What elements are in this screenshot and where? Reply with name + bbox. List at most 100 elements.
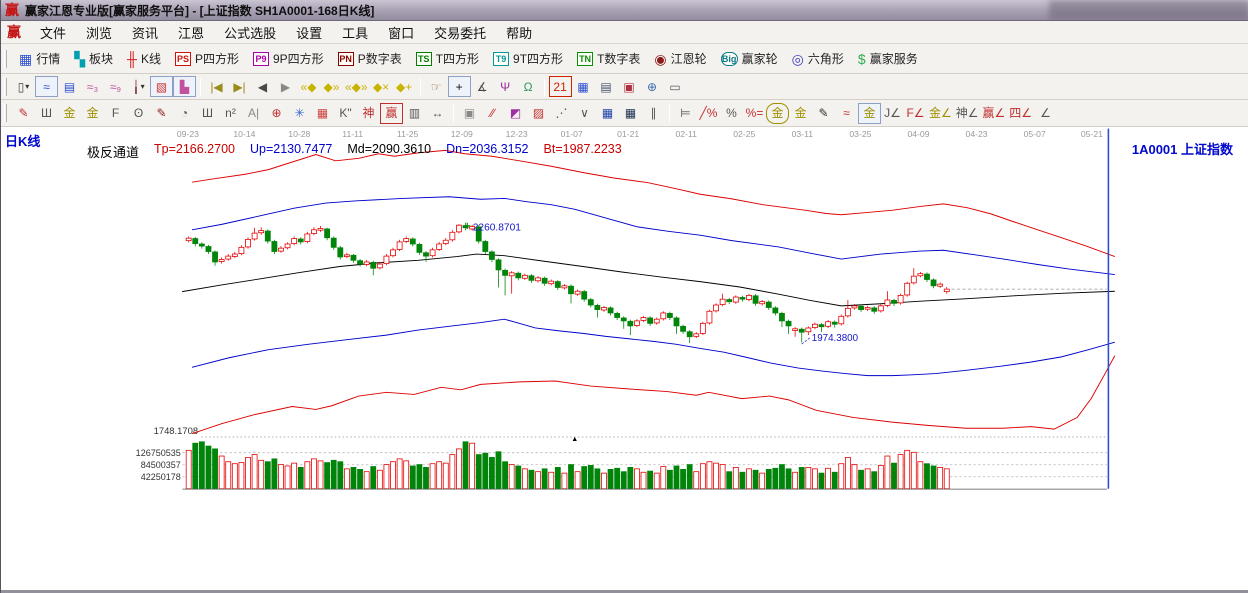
- toolbar-button-candle-style[interactable]: ▯ ▾: [12, 76, 35, 97]
- kline-chart-canvas[interactable]: 09-23 10-14 10-28 11-11 11-25 12-09 12-23 01-07…: [1, 127, 1248, 590]
- toolbar-button-k-quote[interactable]: K": [334, 103, 357, 124]
- toolbar-button-parallel-lines[interactable]: ∥: [642, 103, 665, 124]
- toolbar-button-h-span[interactable]: ↔: [426, 103, 449, 124]
- title-bar[interactable]: 赢 赢家江恩专业版[赢家服务平台] - [上证指数 SH1A0001-168日K…: [1, 0, 1248, 21]
- toolbar-button-expand-all-diamond[interactable]: ◆+: [393, 76, 416, 97]
- toolbar-button-spiral[interactable]: ʘ: [127, 103, 150, 124]
- menu-item-trade-orders[interactable]: 交易委托: [424, 20, 496, 45]
- toolbar-button-gold-lines[interactable]: 金: [789, 103, 812, 124]
- toolbar-button-v-wave[interactable]: ∨: [573, 103, 596, 124]
- menu-item-browse[interactable]: 浏览: [76, 20, 122, 45]
- toolbar-button-shen-angle[interactable]: 神∠: [954, 103, 981, 124]
- toolbar-button-gold-circle[interactable]: 金: [766, 102, 789, 124]
- toolbar-button-price-scale[interactable]: ⊨: [674, 103, 697, 124]
- menu-item-window[interactable]: 窗口: [378, 20, 424, 45]
- toolbar-button-gold-comb-2[interactable]: 金: [81, 103, 104, 124]
- toolbar-button-goto-first[interactable]: |◀: [205, 76, 228, 97]
- toolbar-button-winner-service[interactable]: $ 赢家服务: [851, 48, 925, 69]
- toolbar-button-gann-wheel[interactable]: ◉ 江恩轮: [647, 48, 713, 69]
- toolbar-button-gold-angle[interactable]: 金∠: [927, 103, 954, 124]
- toolbar-button-9t-square[interactable]: T9 9T四方形: [486, 48, 570, 69]
- menu-item-help[interactable]: 帮助: [496, 20, 542, 45]
- toolbar-button-quotes[interactable]: ▦ 行情: [12, 48, 67, 69]
- volume-bar: [324, 462, 331, 490]
- toolbar-button-brush[interactable]: ✎: [12, 103, 35, 124]
- toolbar-button-rays[interactable]: ⋰: [550, 103, 573, 124]
- toolbar-button-page-next[interactable]: ▶: [274, 76, 297, 97]
- toolbar-button-gann-mark-tool[interactable]: Ψ: [494, 76, 517, 97]
- toolbar-button-circle-cross[interactable]: ⊕: [265, 103, 288, 124]
- toolbar-button-rect-handles[interactable]: ▣: [458, 103, 481, 124]
- toolbar-button-brush-red[interactable]: ✎: [150, 103, 173, 124]
- toolbar-button-calculator[interactable]: ▦: [572, 76, 595, 97]
- toolbar-button-calendar[interactable]: 21: [548, 76, 572, 97]
- toolbar-button-candle-tool[interactable]: ╽ ▾: [127, 76, 150, 97]
- toolbar-button-crosshair-tool[interactable]: +: [447, 76, 471, 97]
- toolbar-button-wave-band[interactable]: ≈: [835, 103, 858, 124]
- toolbar-button-sync-web[interactable]: ⊕: [641, 76, 664, 97]
- menu-item-formula-picker[interactable]: 公式选股: [214, 20, 286, 45]
- toolbar-button-pct-strike[interactable]: ╱%: [697, 103, 720, 124]
- toolbar-button-gold-comb-1[interactable]: 金: [58, 103, 81, 124]
- toolbar-button-histogram-color[interactable]: ▙: [173, 76, 196, 97]
- toolbar-button-star-grid[interactable]: ✳: [288, 103, 311, 124]
- toolbar-button-fan-red[interactable]: ∕∕: [481, 103, 504, 124]
- toolbar-button-p-number-table[interactable]: PN P数字表: [331, 48, 409, 69]
- toolbar-button-expand-h-diamond[interactable]: «◆»: [343, 76, 370, 97]
- toolbar-button-pattern-zone[interactable]: ▧: [150, 76, 173, 97]
- toolbar-button-p-square[interactable]: PS P四方形: [168, 48, 246, 69]
- toolbar-button-clock-angle[interactable]: ◔: [173, 103, 196, 124]
- toolbar-button-grid-arrow[interactable]: ▦: [619, 103, 642, 124]
- toolbar-button-measure-angle[interactable]: ∡: [471, 76, 494, 97]
- toolbar-button-ying-tool[interactable]: 赢: [380, 102, 403, 124]
- toolbar-button-ruler-123[interactable]: ▥: [403, 103, 426, 124]
- menu-item-news[interactable]: 资讯: [122, 20, 168, 45]
- menu-item-settings[interactable]: 设置: [286, 20, 332, 45]
- toolbar-button-hexagon[interactable]: ◎ 六角形: [785, 48, 851, 69]
- toolbar-button-fan-box-purple[interactable]: ◩: [504, 103, 527, 124]
- toolbar-button-t-square[interactable]: TS T四方形: [409, 48, 486, 69]
- toolbar-button-print[interactable]: ▭: [664, 76, 687, 97]
- toolbar-button-goto-last[interactable]: ▶|: [228, 76, 251, 97]
- toolbar-button-hand-tool[interactable]: ☞: [425, 76, 448, 97]
- toolbar-button-shen-tool[interactable]: 神: [357, 103, 380, 124]
- toolbar-button-blocks[interactable]: ▚ 板块: [67, 48, 120, 69]
- toolbar-button-pct-lines[interactable]: %=: [743, 103, 766, 124]
- toolbar-button-n-squared[interactable]: n²: [219, 103, 242, 124]
- chart-panel[interactable]: 09-23 10-14 10-28 11-11 11-25 12-09 12-23 01-07…: [1, 127, 1248, 590]
- toolbar-button-f-comb[interactable]: F: [104, 103, 127, 124]
- toolbar-button-grid-fan-red[interactable]: ▨: [527, 103, 550, 124]
- toolbar-button-pattern-wave[interactable]: ≈: [35, 76, 58, 97]
- menu-item-tools[interactable]: 工具: [332, 20, 378, 45]
- toolbar-button-9p-square[interactable]: P9 9P四方形: [246, 48, 331, 69]
- toolbar-button-save[interactable]: ▣: [618, 76, 641, 97]
- toolbar-button-doc-list[interactable]: ▤: [58, 76, 81, 97]
- toolbar-button-gold-select[interactable]: 金: [858, 102, 881, 124]
- toolbar-button-winner-wheel[interactable]: Big 赢家轮: [714, 48, 785, 69]
- menu-item-gann[interactable]: 江恩: [168, 20, 214, 45]
- toolbar-button-gann-comb[interactable]: Ш: [35, 103, 58, 124]
- menu-item-file[interactable]: 文件: [30, 20, 76, 45]
- toolbar-button-f-angle[interactable]: F∠: [904, 103, 927, 124]
- toolbar-button-wave-9[interactable]: ≈₉: [104, 76, 127, 97]
- channel-line-bt: [191, 355, 1116, 435]
- toolbar-button-cycle-tool[interactable]: Ω: [517, 76, 540, 97]
- toolbar-button-brush-pin[interactable]: ✎: [812, 103, 835, 124]
- toolbar-button-t-number-table[interactable]: TN T数字表: [570, 48, 647, 69]
- toolbar-button-ying-angle[interactable]: 赢∠: [981, 103, 1008, 124]
- toolbar-button-wave-3[interactable]: ≈₃: [81, 76, 104, 97]
- toolbar-button-j-angle[interactable]: J∠: [881, 103, 904, 124]
- toolbar-button-a-lines[interactable]: A|: [242, 103, 265, 124]
- toolbar-button-grid-dense[interactable]: ▦: [596, 103, 619, 124]
- toolbar-button-comb-plain[interactable]: Ш: [196, 103, 219, 124]
- toolbar-button-kline[interactable]: ╫ K线: [120, 48, 168, 69]
- toolbar-button-pan-right-diamond[interactable]: ◆»: [320, 76, 343, 97]
- toolbar-button-grid-red[interactable]: ▦: [311, 103, 334, 124]
- toolbar-button-memo[interactable]: ▤: [595, 76, 618, 97]
- toolbar-button-pan-left-diamond[interactable]: «◆: [297, 76, 320, 97]
- toolbar-button-plain-angle[interactable]: ∠: [1034, 103, 1057, 124]
- toolbar-button-compress-diamond[interactable]: ◆×: [370, 76, 393, 97]
- toolbar-button-pct[interactable]: %: [720, 103, 743, 124]
- toolbar-button-si-angle[interactable]: 四∠: [1007, 103, 1034, 124]
- toolbar-button-page-prev[interactable]: ◀: [251, 76, 274, 97]
